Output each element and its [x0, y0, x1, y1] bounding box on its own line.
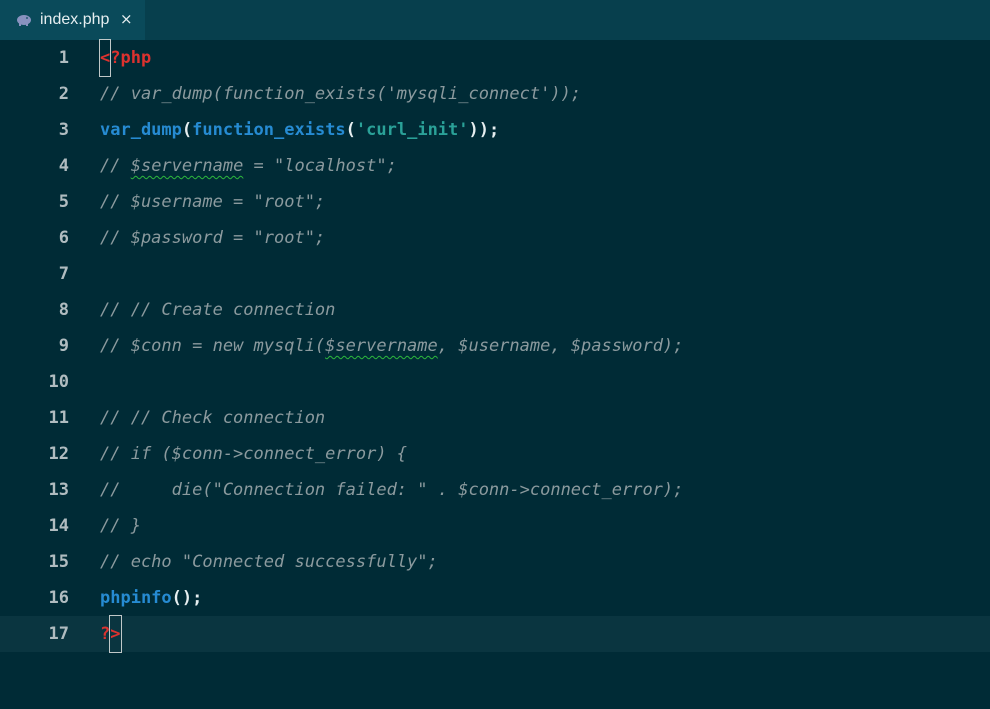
line-content: // $username = "root";	[100, 192, 326, 212]
code-line: 7	[0, 256, 990, 292]
active-code-line: 17 ?>	[0, 615, 990, 653]
line-content: // if ($conn->connect_error) {	[100, 444, 408, 464]
line-number: 13	[48, 480, 69, 500]
comment-text: , $username, $password);	[437, 336, 684, 356]
code-line: 14 // }	[0, 508, 990, 544]
line-number: 4	[58, 156, 69, 176]
line-content: // }	[100, 516, 141, 536]
spellcheck-warning: $servername	[130, 156, 244, 176]
code-line: 2 // var_dump(function_exists('mysqli_co…	[0, 76, 990, 112]
line-number: 5	[58, 192, 69, 212]
line-content: // $password = "root";	[100, 228, 326, 248]
php-close-bracket: >	[109, 615, 122, 653]
code-line: 6 // $password = "root";	[0, 220, 990, 256]
punctuation: (	[345, 120, 356, 140]
php-elephant-icon	[16, 13, 32, 27]
line-number: 8	[58, 300, 69, 320]
punctuation: ();	[171, 588, 203, 608]
php-open-tag: ?php	[110, 48, 152, 68]
punctuation: (	[181, 120, 193, 140]
line-content: <?php	[98, 39, 152, 77]
code-line: 10	[0, 364, 990, 400]
function-name: phpinfo	[100, 588, 172, 608]
line-number: 17	[48, 624, 69, 644]
close-icon[interactable]: ×	[120, 10, 133, 28]
php-close-question: ?	[100, 624, 111, 644]
code-line: 4 // $servername = "localhost";	[0, 148, 990, 184]
line-number: 7	[58, 264, 69, 284]
punctuation: ));	[468, 120, 500, 140]
line-content: phpinfo();	[100, 580, 202, 616]
line-content: // // Create connection	[100, 300, 336, 320]
function-name: function_exists	[192, 120, 346, 140]
line-number: 12	[48, 444, 69, 464]
line-content: // echo "Connected successfully";	[100, 552, 438, 572]
code-line: 16 phpinfo();	[0, 580, 990, 616]
code-line: 11 // // Check connection	[0, 400, 990, 436]
spellcheck-warning: $servername	[325, 336, 438, 356]
code-line: 13 // die("Connection failed: " . $conn-…	[0, 472, 990, 508]
line-content: // // Check connection	[100, 408, 326, 428]
line-number: 10	[48, 372, 69, 392]
line-content: ?>	[100, 615, 122, 653]
string-literal: 'curl_init'	[355, 120, 469, 140]
code-line: 9 // $conn = new mysqli($servername, $us…	[0, 328, 990, 364]
tab-label: index.php	[40, 11, 110, 28]
code-line: 3 var_dump(function_exists('curl_init'))…	[0, 112, 990, 148]
tab-bar: index.php ×	[0, 0, 990, 40]
line-number: 9	[58, 336, 69, 356]
line-content: // var_dump(function_exists('mysqli_conn…	[100, 84, 582, 104]
php-open-bracket: <	[98, 39, 112, 77]
line-number: 11	[48, 408, 69, 428]
line-number: 15	[48, 552, 69, 572]
code-line: 8 // // Create connection	[0, 292, 990, 328]
function-name: var_dump	[100, 120, 182, 140]
code-line: 12 // if ($conn->connect_error) {	[0, 436, 990, 472]
code-line: 5 // $username = "root";	[0, 184, 990, 220]
comment-text: // $conn = new mysqli(	[100, 336, 326, 356]
line-content: // $servername = "localhost";	[100, 148, 397, 184]
line-number: 3	[58, 120, 69, 140]
tab-index-php[interactable]: index.php ×	[0, 0, 145, 40]
line-number: 14	[48, 516, 69, 536]
line-number: 6	[58, 228, 69, 248]
line-number: 2	[58, 84, 69, 104]
code-line: 15 // echo "Connected successfully";	[0, 544, 990, 580]
line-content: // $conn = new mysqli($servername, $user…	[100, 328, 683, 364]
line-content: var_dump(function_exists('curl_init'));	[100, 112, 499, 148]
comment-text: = "localhost";	[243, 156, 397, 176]
line-content: // die("Connection failed: " . $conn->co…	[100, 480, 684, 500]
code-editor[interactable]: 1 <?php 2 // var_dump(function_exists('m…	[0, 39, 990, 709]
code-line: 1 <?php	[0, 39, 990, 77]
line-number: 16	[48, 588, 69, 608]
line-number: 1	[58, 48, 69, 68]
comment-text: //	[100, 156, 131, 176]
